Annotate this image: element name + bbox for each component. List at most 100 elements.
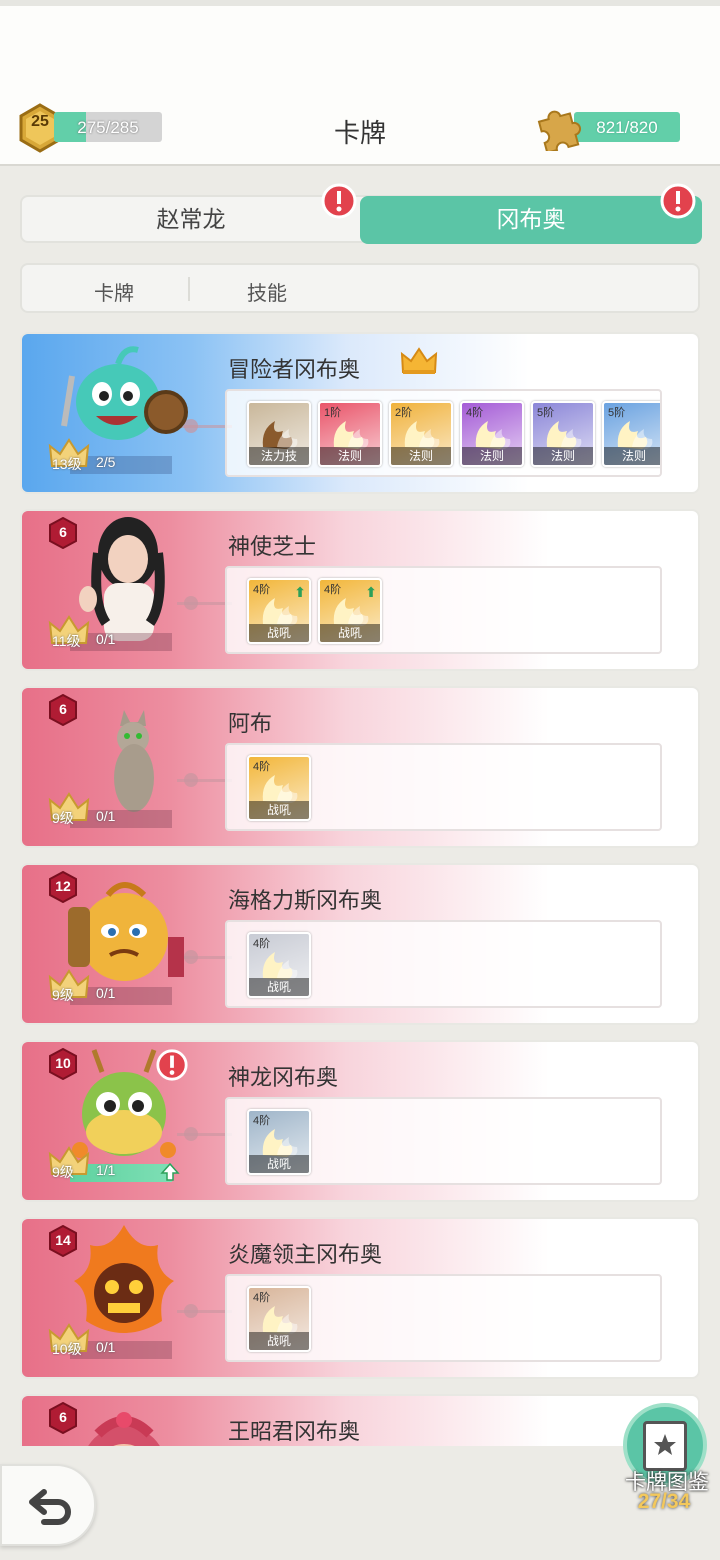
- skill-icon[interactable]: 4阶战吼: [247, 1286, 311, 1352]
- card-progress: 0/1: [96, 808, 116, 824]
- skill-art-icon: [262, 775, 298, 803]
- skill-tier: 2阶: [395, 407, 413, 419]
- skill-icon[interactable]: 4阶战吼: [247, 755, 311, 821]
- card-level: 9级: [52, 810, 74, 826]
- card-tier: 6: [59, 701, 67, 717]
- card-list[interactable]: 13级 2/5 冒险者冈布奥 法力技 1阶 法则 2阶 法则 4阶 法则 5阶 法则 5阶 法则 6 11级 0…: [0, 330, 720, 1446]
- status-strip: [0, 0, 720, 6]
- skill-art-icon: [262, 1129, 298, 1157]
- card-row[interactable]: 13级 2/5 冒险者冈布奥 法力技 1阶 法则 2阶 法则 4阶 法则 5阶 法则 5阶 法则: [20, 332, 700, 494]
- card-tier: 12: [55, 878, 71, 894]
- skill-tier: 4阶: [466, 407, 484, 419]
- skill-icon[interactable]: 4阶 法则: [460, 401, 524, 467]
- skill-label: 法则: [391, 447, 451, 465]
- skill-label: 战吼: [249, 801, 309, 819]
- alert-icon: [660, 183, 696, 219]
- skill-icon[interactable]: 4阶战吼: [247, 1109, 311, 1175]
- skill-icon[interactable]: 5阶法则: [531, 401, 595, 467]
- card-row[interactable]: 12 9级 0/1 海格力斯冈布奥 4阶战吼: [20, 863, 700, 1025]
- skill-art-icon: [475, 421, 511, 449]
- skill-icon[interactable]: 法力技: [247, 401, 311, 467]
- skill-tier: 5阶: [608, 407, 626, 419]
- level-up-arrow-icon: [160, 1162, 180, 1181]
- skill-art-icon: [333, 421, 369, 449]
- skill-label: 战吼: [249, 624, 309, 642]
- card-tier: 6: [59, 524, 67, 540]
- card-progress: 0/1: [96, 1339, 116, 1355]
- card-name: 海格力斯冈布奥: [228, 888, 383, 913]
- skill-slots: 4阶战吼: [225, 1097, 662, 1185]
- skill-tier: 4阶: [253, 1115, 271, 1127]
- card-row[interactable]: 6 11级 0/1 神使芝士 4阶 ⬆ 战吼 4阶 ⬆ 战吼: [20, 509, 700, 671]
- skill-tier: 4阶: [324, 584, 342, 596]
- header: 25 275/285 卡牌 821/820: [0, 0, 720, 166]
- card-row[interactable]: 6 王昭君冈布奥: [20, 1394, 700, 1446]
- sub-tabs: 卡牌 技能: [20, 263, 700, 313]
- skill-slots: 4阶战吼: [225, 1274, 662, 1362]
- skill-label: 战吼: [249, 978, 309, 996]
- tab-player-2[interactable]: 冈布奥: [360, 196, 702, 244]
- card-tier: 6: [59, 1409, 67, 1425]
- skill-tier: 1阶: [324, 407, 342, 419]
- skill-icon[interactable]: 5阶法则: [602, 401, 660, 467]
- skill-slots: 4阶战吼: [225, 743, 662, 831]
- skill-art-icon: [546, 421, 582, 449]
- card-name: 阿布: [228, 711, 273, 736]
- puzzle-count: 821/820: [596, 118, 658, 137]
- player-tabs: 赵常龙 冈布奥: [20, 195, 702, 244]
- puzzle-piece-icon: [537, 110, 582, 151]
- card-progress: 0/1: [96, 985, 116, 1001]
- card-progress: 1/1: [96, 1162, 116, 1178]
- skill-tier: 4阶: [253, 1292, 271, 1304]
- card-level: 10级: [52, 1341, 82, 1357]
- skill-art-icon: [262, 952, 298, 980]
- tab-skills[interactable]: 技能: [247, 277, 287, 306]
- skill-label: 战吼: [320, 624, 380, 642]
- skill-label: 战吼: [249, 1155, 309, 1173]
- skill-tier: 4阶: [253, 761, 271, 773]
- card-name: 冒险者冈布奥: [228, 357, 361, 382]
- skill-art-icon: [404, 421, 440, 449]
- card-name: 神龙冈布奥: [228, 1065, 339, 1090]
- skill-art-icon: [617, 421, 653, 449]
- tab-divider: [188, 277, 190, 301]
- skill-icon[interactable]: 4阶 ⬆ 战吼: [247, 578, 311, 644]
- tab-player-1[interactable]: 赵常龙: [22, 196, 360, 244]
- back-button[interactable]: [0, 1464, 96, 1546]
- skill-label: 法力技: [249, 447, 309, 465]
- back-arrow-icon: [29, 1489, 71, 1525]
- card-name: 神使芝士: [228, 534, 317, 559]
- card-level: 13级: [52, 456, 82, 472]
- upgrade-arrow-icon: ⬆: [294, 584, 306, 600]
- skill-slots: 4阶战吼: [225, 920, 662, 1008]
- card-row[interactable]: 6 9级 0/1 阿布 4阶战吼: [20, 686, 700, 848]
- card-dex-count: 27/34: [637, 1490, 691, 1513]
- skill-icon[interactable]: 1阶法则: [318, 401, 382, 467]
- skill-icon[interactable]: 4阶 ⬆ 战吼: [318, 578, 382, 644]
- card-tier: 10: [55, 1055, 71, 1071]
- crown-icon: [400, 347, 438, 374]
- skill-icon[interactable]: 4阶战吼: [247, 932, 311, 998]
- puzzle-bar: 821/820: [574, 112, 680, 142]
- skill-slots: 法力技 1阶 法则 2阶 法则 4阶 法则 5阶 法则 5阶 法则: [225, 389, 662, 477]
- skill-tier: 4阶: [253, 938, 271, 950]
- card-level: 9级: [52, 987, 74, 1003]
- skill-label: 战吼: [249, 1332, 309, 1350]
- card-row[interactable]: 14 10级 0/1 炎魔领主冈布奥 4阶 战吼: [20, 1217, 700, 1379]
- card-name: 炎魔领主冈布奥: [228, 1242, 383, 1267]
- card-level: 11级: [52, 633, 81, 649]
- card-book-icon: [643, 1421, 687, 1471]
- card-name: 王昭君冈布奥: [228, 1419, 361, 1444]
- skill-slots: 4阶 ⬆ 战吼 4阶 ⬆ 战吼: [225, 566, 662, 654]
- card-row[interactable]: 10 9级 1/1 神龙冈布奥 4阶战吼: [20, 1040, 700, 1202]
- skill-label: 法则: [604, 447, 660, 465]
- skill-icon[interactable]: 2阶法则: [389, 401, 453, 467]
- skill-tier: 4阶: [253, 584, 271, 596]
- tab-cards[interactable]: 卡牌: [94, 277, 134, 306]
- upgrade-arrow-icon: ⬆: [365, 584, 377, 600]
- skill-tier: 5阶: [537, 407, 555, 419]
- card-level: 9级: [52, 1164, 74, 1180]
- skill-art-icon: [262, 421, 298, 449]
- skill-label: 法则: [320, 447, 380, 465]
- skill-label: 法则: [533, 447, 593, 465]
